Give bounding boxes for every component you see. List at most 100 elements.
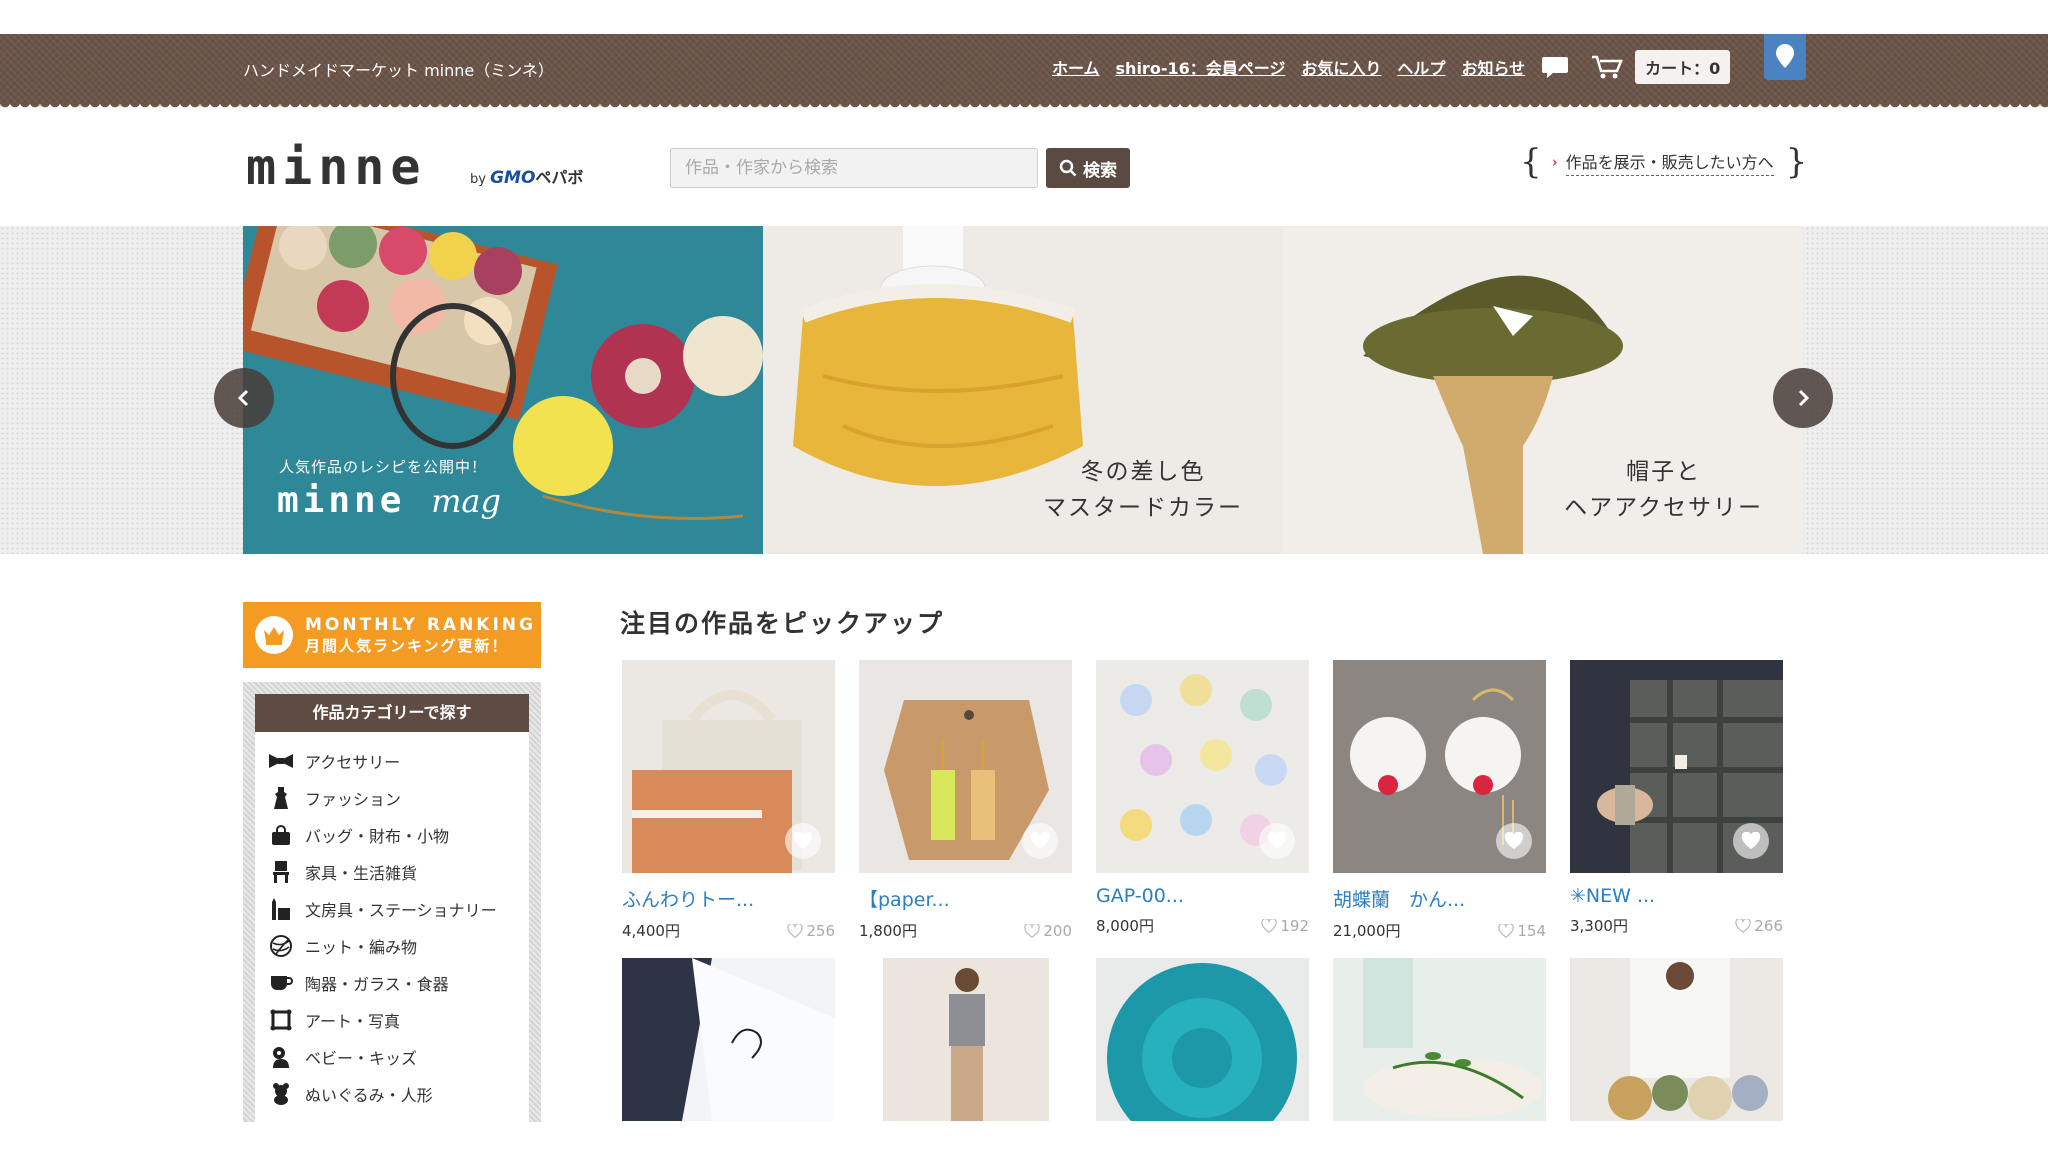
monthly-ranking-banner[interactable]: MONTHLY RANKING 月間人気ランキング更新！ (243, 602, 541, 668)
product-likes: 154 (1498, 920, 1546, 941)
product-image-orchid[interactable] (1333, 660, 1546, 873)
pickup-section-title: 注目の作品をピックアップ (620, 609, 945, 638)
dress-icon (269, 786, 293, 810)
likes-count: 266 (1754, 916, 1783, 935)
category-item-fashion[interactable]: ファッション (269, 779, 529, 816)
product-image-earrings[interactable] (859, 660, 1072, 873)
product-image-plaid-bag[interactable] (1570, 660, 1783, 873)
product-card[interactable] (622, 958, 835, 1121)
category-item-furniture[interactable]: 家具・生活雑貨 (269, 853, 529, 890)
heart-outline-icon (1498, 923, 1515, 938)
stationery-icon (269, 897, 293, 921)
caption-line-2: マスタードカラー (1043, 495, 1243, 521)
category-title: 作品カテゴリーで探す (255, 694, 529, 732)
product-card[interactable] (1570, 958, 1783, 1121)
favorite-button[interactable] (1022, 823, 1058, 859)
logo-gmo-text: GMO (490, 168, 536, 188)
hero-slide-minne-mag[interactable]: 人気作品のレシピを公開中！ minne mag (243, 226, 763, 554)
heart-icon (1741, 832, 1761, 849)
category-item-stationery[interactable]: 文房具・ステーショナリー (269, 890, 529, 927)
category-item-dolls[interactable]: ぬいぐるみ・人形 (269, 1075, 529, 1112)
slider-next-button[interactable] (1773, 368, 1833, 428)
product-image-blue-plate[interactable] (1096, 958, 1309, 1121)
favorite-button[interactable] (1259, 823, 1295, 859)
category-item-ceramics[interactable]: 陶器・ガラス・食器 (269, 964, 529, 1001)
product-image-shirt-collar[interactable] (622, 958, 835, 1121)
product-image-tote[interactable] (622, 660, 835, 873)
product-card[interactable]: ✳NEW ... 3,300円 266 (1570, 660, 1783, 936)
hero-slide-hats[interactable]: 帽子と ヘアアクセサリー (1283, 226, 1803, 554)
search-button-label: 検索 (1083, 160, 1117, 180)
sell-link-label: 作品を展示・販売したい方へ (1565, 149, 1774, 176)
mag-logo-minne: minne (277, 480, 406, 521)
bag-icon (269, 823, 293, 847)
yarn-icon (269, 934, 293, 958)
product-likes: 266 (1735, 915, 1783, 936)
search-input[interactable] (670, 148, 1038, 188)
product-likes: 200 (1024, 920, 1072, 941)
crown-icon (255, 616, 293, 654)
product-price: 8,000円 (1096, 917, 1154, 935)
product-image-glass-bears[interactable] (1096, 660, 1309, 873)
brace-right: } (1785, 142, 1808, 182)
favorite-button[interactable] (1733, 823, 1769, 859)
product-title[interactable]: 【paper... (859, 885, 1072, 912)
frame-icon (269, 1008, 293, 1032)
category-label: ベビー・キッズ (305, 1048, 418, 1068)
product-meta: 21,000円 154 (1333, 920, 1546, 941)
minne-logo[interactable]: minne (246, 138, 427, 196)
product-image-dried-flowers[interactable] (1570, 958, 1783, 1121)
product-image-leaf-glass[interactable] (1333, 958, 1546, 1121)
chevron-right-icon (1798, 389, 1810, 407)
product-title[interactable]: ふんわりトー... (622, 885, 835, 912)
pin-icon (1776, 44, 1794, 68)
product-title[interactable]: 胡蝶蘭 かん... (1333, 885, 1546, 912)
favorite-button[interactable] (785, 823, 821, 859)
product-meta: 4,400円 256 (622, 920, 835, 941)
category-item-baby[interactable]: ベビー・キッズ (269, 1038, 529, 1075)
product-card[interactable] (859, 958, 1072, 1121)
gmo-pepabo-logo: by GMOペパボ (470, 164, 583, 188)
nav-member-page-link[interactable]: shiro-16：会員ページ (1116, 55, 1286, 79)
category-label: アクセサリー (305, 752, 401, 772)
cart-button[interactable]: カート：0 (1635, 50, 1731, 84)
slider-prev-button[interactable] (214, 368, 274, 428)
nav-news-link[interactable]: お知らせ (1461, 55, 1525, 79)
search-button[interactable]: 検索 (1046, 148, 1130, 188)
category-item-knit[interactable]: ニット・編み物 (269, 927, 529, 964)
message-icon[interactable] (1541, 55, 1569, 79)
product-likes: 192 (1261, 915, 1309, 936)
product-title[interactable]: ✳NEW ... (1570, 885, 1783, 907)
cart-icon[interactable] (1591, 54, 1623, 80)
product-price: 3,300円 (1570, 917, 1628, 935)
pin-button[interactable] (1764, 34, 1806, 80)
likes-count: 200 (1043, 921, 1072, 940)
hero-slide-mustard[interactable]: 冬の差し色 マスタードカラー (763, 226, 1283, 554)
product-image-model-outfit[interactable] (859, 958, 1072, 1121)
ranking-title-jp: 月間人気ランキング更新！ (305, 637, 509, 655)
nav-help-link[interactable]: ヘルプ (1397, 55, 1445, 79)
product-card[interactable] (1096, 958, 1309, 1121)
sell-link[interactable]: { › 作品を展示・販売したい方へ } (1520, 142, 1807, 182)
category-item-art[interactable]: アート・写真 (269, 1001, 529, 1038)
ranking-text: MONTHLY RANKING 月間人気ランキング更新！ (305, 614, 536, 656)
category-panel: 作品カテゴリーで探す アクセサリー ファッション バッグ・財布・小物 家具・生活… (255, 694, 529, 1122)
nav-home-link[interactable]: ホーム (1052, 55, 1100, 79)
product-title[interactable]: GAP-00... (1096, 885, 1309, 907)
category-item-bags[interactable]: バッグ・財布・小物 (269, 816, 529, 853)
product-meta: 3,300円 266 (1570, 915, 1783, 936)
bear-icon (269, 1082, 293, 1106)
favorite-button[interactable] (1496, 823, 1532, 859)
baby-icon (269, 1045, 293, 1069)
product-card[interactable]: ふんわりトー... 4,400円 256 (622, 660, 835, 941)
heart-outline-icon (787, 923, 804, 938)
hero-slides: 人気作品のレシピを公開中！ minne mag 冬の差し色 マスタードカラー 帽… (243, 226, 1804, 554)
heart-icon (1267, 832, 1287, 849)
nav-favorites-link[interactable]: お気に入り (1301, 55, 1381, 79)
product-card[interactable]: GAP-00... 8,000円 192 (1096, 660, 1309, 936)
site-label: ハンドメイドマーケット minne（ミンネ） (243, 61, 554, 80)
category-item-accessory[interactable]: アクセサリー (269, 742, 529, 779)
product-card[interactable] (1333, 958, 1546, 1121)
product-card[interactable]: 胡蝶蘭 かん... 21,000円 154 (1333, 660, 1546, 941)
product-card[interactable]: 【paper... 1,800円 200 (859, 660, 1072, 941)
